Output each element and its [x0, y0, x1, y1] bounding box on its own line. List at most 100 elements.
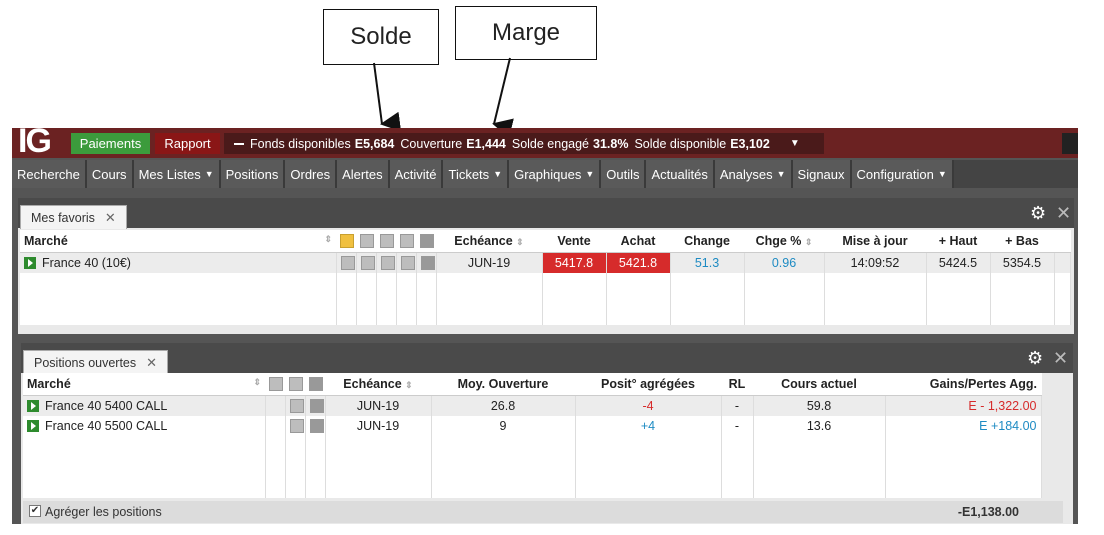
- menu-recherche[interactable]: Recherche: [12, 160, 87, 188]
- col-high[interactable]: + Haut: [926, 230, 990, 253]
- col-expiry[interactable]: Echéance ⇕: [436, 230, 542, 253]
- menu-positions[interactable]: Positions: [220, 160, 286, 188]
- col-aggregated[interactable]: Posit° agrégées: [575, 373, 721, 396]
- buy-price-cell[interactable]: 5421.8: [606, 252, 671, 273]
- top-bar: IG Paiements Rapport Fonds disponibles E…: [12, 128, 1078, 160]
- col-avg-open[interactable]: Moy. Ouverture: [431, 373, 575, 396]
- payments-button[interactable]: Paiements: [71, 133, 150, 154]
- alert-icon[interactable]: [336, 230, 356, 253]
- menu-ordres[interactable]: Ordres: [285, 160, 338, 188]
- funds-value: E5,684: [354, 136, 395, 151]
- chart-icon[interactable]: [285, 416, 306, 436]
- market-cell[interactable]: France 40 5400 CALL: [23, 395, 266, 416]
- play-icon[interactable]: [27, 420, 39, 432]
- avg-open-cell: 9: [431, 416, 576, 436]
- menu-configuration[interactable]: Configuration ▼: [851, 160, 954, 188]
- col-market[interactable]: Marché ⇕: [23, 373, 265, 396]
- dropdown-icon[interactable]: [416, 252, 437, 273]
- col-change[interactable]: Change: [670, 230, 744, 253]
- sort-icon[interactable]: ⇕: [253, 377, 261, 388]
- menu-activite[interactable]: Activité: [389, 160, 444, 188]
- dropdown-icon[interactable]: [305, 395, 326, 416]
- col-updated[interactable]: Mise à jour: [824, 230, 926, 253]
- sort-icon[interactable]: ⇕: [324, 234, 332, 245]
- trading-platform: IG Paiements Rapport Fonds disponibles E…: [12, 128, 1078, 524]
- sort-icon[interactable]: ⇕: [805, 237, 813, 247]
- avg-open-cell: 26.8: [431, 395, 576, 416]
- sort-icon[interactable]: ⇕: [405, 380, 413, 390]
- funds-label: Fonds disponibles: [250, 136, 351, 151]
- menu-alertes[interactable]: Alertes: [337, 160, 390, 188]
- chart-icon[interactable]: [396, 230, 416, 253]
- col-buy[interactable]: Achat: [606, 230, 670, 253]
- aggregated-cell: +4: [575, 416, 722, 436]
- menu-tickets[interactable]: Tickets ▼: [443, 160, 510, 188]
- change-pct-cell: 0.96: [744, 252, 825, 273]
- gear-icon[interactable]: ⚙: [1030, 203, 1046, 224]
- menu-graphiques[interactable]: Graphiques ▼: [509, 160, 602, 188]
- table-row[interactable]: France 40 5400 CALL JUN-19 26.8 -4 - 59.…: [23, 395, 1042, 416]
- chevron-down-icon[interactable]: ▼: [790, 138, 800, 149]
- favorites-header-row: Marché ⇕ Echéance ⇕ Vente Achat Change Ch…: [20, 230, 1070, 253]
- clock-icon[interactable]: [356, 252, 377, 273]
- alert-icon[interactable]: [336, 252, 357, 273]
- col-pnl[interactable]: Gains/Pertes Agg.: [885, 373, 1041, 396]
- col-low[interactable]: + Bas: [990, 230, 1054, 253]
- tab-open-positions-label: Positions ouvertes: [34, 355, 137, 370]
- sort-icon[interactable]: ⇕: [516, 237, 524, 247]
- close-icon[interactable]: ✕: [105, 210, 116, 226]
- gear-icon[interactable]: ⚙: [1027, 348, 1043, 369]
- dropdown-icon[interactable]: [416, 230, 436, 253]
- col-current[interactable]: Cours actuel: [753, 373, 885, 396]
- close-icon[interactable]: ✕: [1053, 348, 1068, 369]
- menu-analyses[interactable]: Analyses ▼: [714, 160, 793, 188]
- clock-icon[interactable]: [356, 230, 376, 253]
- col-change-pct[interactable]: Chge % ⇕: [744, 230, 824, 253]
- menu-actualites[interactable]: Actualités: [646, 160, 715, 188]
- tab-open-positions[interactable]: Positions ouvertes ✕: [23, 350, 169, 374]
- annotation-arrows: [373, 57, 514, 138]
- dropdown-icon[interactable]: [305, 373, 325, 396]
- chevron-down-icon: ▼: [937, 169, 947, 179]
- calendar-icon[interactable]: [376, 252, 397, 273]
- aggregate-checkbox[interactable]: ✔: [29, 505, 41, 517]
- play-icon[interactable]: [27, 400, 39, 412]
- market-cell[interactable]: France 40 (10€): [20, 252, 337, 273]
- col-expiry[interactable]: Echéance ⇕: [325, 373, 431, 396]
- menu-signaux[interactable]: Signaux: [792, 160, 852, 188]
- chart-icon[interactable]: [396, 252, 417, 273]
- close-icon[interactable]: ✕: [1056, 203, 1071, 224]
- total-pnl: -E1,138.00: [957, 505, 1019, 519]
- ig-logo: IG: [18, 128, 52, 160]
- menu-outils[interactable]: Outils: [601, 160, 647, 188]
- high-cell: 5424.5: [926, 252, 991, 273]
- col-rl[interactable]: RL: [721, 373, 753, 396]
- available-label: Solde disponible: [634, 136, 727, 151]
- table-row[interactable]: France 40 (10€) JUN-19 5417.8 5421.8 51.…: [20, 252, 1071, 273]
- chart-icon[interactable]: [285, 395, 306, 416]
- chart-icon[interactable]: [285, 373, 305, 396]
- current-cell: 59.8: [753, 395, 886, 416]
- chevron-down-icon: ▼: [776, 169, 786, 179]
- menu-cours[interactable]: Cours: [86, 160, 134, 188]
- funds-bar[interactable]: Fonds disponibles E5,684 Couverture E1,4…: [224, 133, 824, 154]
- updated-cell: 14:09:52: [824, 252, 927, 273]
- committed-value: 31.8%: [593, 136, 629, 151]
- col-market[interactable]: Marché ⇕: [20, 230, 336, 253]
- report-button[interactable]: Rapport: [155, 133, 220, 154]
- tab-favorites[interactable]: Mes favoris ✕: [20, 205, 127, 229]
- collapse-icon[interactable]: [234, 142, 244, 145]
- close-icon[interactable]: ✕: [146, 355, 157, 371]
- topbar-right-control[interactable]: [1062, 133, 1078, 154]
- calendar-icon[interactable]: [376, 230, 396, 253]
- menu-mes-listes[interactable]: Mes Listes ▼: [133, 160, 221, 188]
- calendar-icon[interactable]: [265, 373, 285, 396]
- current-cell: 13.6: [753, 416, 886, 436]
- play-icon[interactable]: [24, 257, 36, 269]
- dropdown-icon[interactable]: [305, 416, 326, 436]
- table-row[interactable]: France 40 5500 CALL JUN-19 9 +4 - 13.6 E…: [23, 416, 1042, 436]
- col-sell[interactable]: Vente: [542, 230, 606, 253]
- sell-price-cell[interactable]: 5417.8: [542, 252, 607, 273]
- market-cell[interactable]: France 40 5500 CALL: [23, 416, 266, 436]
- solde-arrow: [373, 62, 402, 132]
